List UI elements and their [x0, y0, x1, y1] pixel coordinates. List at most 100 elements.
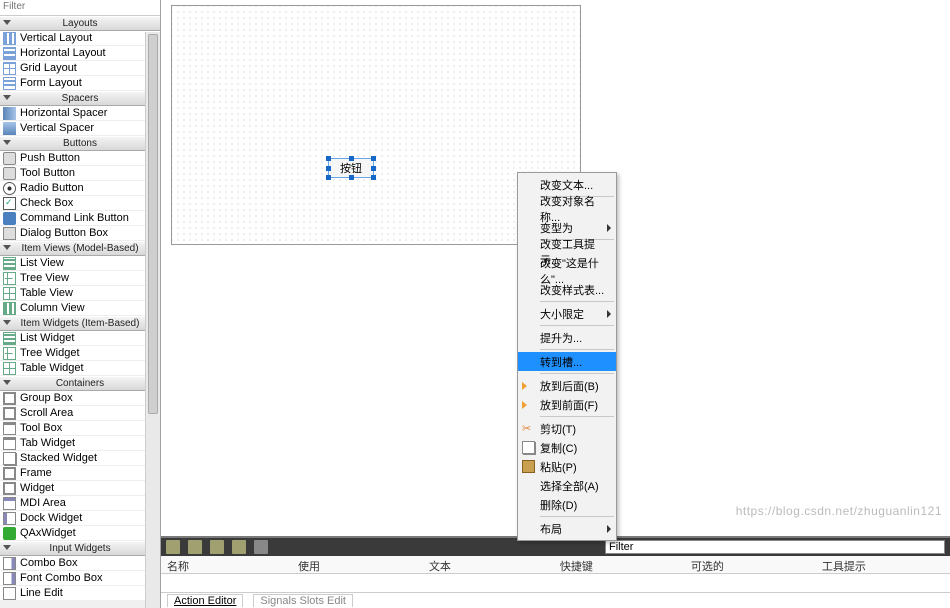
context-menu-item[interactable]: 选择全部(A) — [518, 476, 616, 495]
form-canvas-area[interactable]: 按钮 改变文本...改变对象名称...变型为改变工具提示...改变"这是什么".… — [161, 0, 950, 536]
resize-handle[interactable] — [371, 156, 376, 161]
widget-entry[interactable]: Vertical Spacer — [0, 121, 160, 136]
bottom-tabs: Action Editor Signals Slots Edit — [161, 592, 950, 608]
context-menu-label: 布局 — [540, 521, 562, 537]
context-menu-item[interactable]: 改变文本... — [518, 175, 616, 194]
widget-entry[interactable]: Grid Layout — [0, 61, 160, 76]
configure-icon[interactable] — [254, 540, 268, 554]
category-header[interactable]: Item Widgets (Item-Based) — [0, 316, 160, 331]
context-menu-item[interactable]: 改变"这是什么"... — [518, 261, 616, 280]
context-menu-label: 大小限定 — [540, 306, 584, 322]
context-menu-label: 复制(C) — [540, 440, 577, 456]
i-vs-icon — [3, 122, 16, 135]
widgetbox-filter[interactable] — [0, 0, 160, 16]
widget-entry[interactable]: Stacked Widget — [0, 451, 160, 466]
selected-push-button[interactable]: 按钮 — [328, 158, 374, 178]
action-column-header[interactable]: 使用 — [292, 556, 423, 573]
widget-entry[interactable]: Dialog Button Box — [0, 226, 160, 241]
new-action-icon[interactable] — [166, 540, 180, 554]
widget-entry[interactable]: Tree View — [0, 271, 160, 286]
context-menu-item[interactable]: 变型为 — [518, 218, 616, 237]
action-column-header[interactable]: 工具提示 — [816, 556, 947, 573]
widget-entry[interactable]: Column View — [0, 301, 160, 316]
bottom-tab[interactable]: Signals Slots Edit — [253, 594, 353, 607]
category-header[interactable]: Containers — [0, 376, 160, 391]
widget-entry[interactable]: Form Layout — [0, 76, 160, 91]
context-menu-label: 删除(D) — [540, 497, 577, 513]
widget-entry[interactable]: Tab Widget — [0, 436, 160, 451]
action-column-header[interactable]: 名称 — [161, 556, 292, 573]
widget-entry[interactable]: Vertical Layout — [0, 31, 160, 46]
widgetbox-scrollbar[interactable] — [145, 32, 160, 608]
i-list-icon — [3, 257, 16, 270]
widget-entry[interactable]: Scroll Area — [0, 406, 160, 421]
widget-entry[interactable]: Radio Button — [0, 181, 160, 196]
widget-entry[interactable]: Command Link Button — [0, 211, 160, 226]
widgetbox-filter-input[interactable] — [3, 1, 157, 12]
widget-entry[interactable]: Font Combo Box — [0, 571, 160, 586]
widget-entry[interactable]: Tool Box — [0, 421, 160, 436]
resize-handle[interactable] — [326, 166, 331, 171]
widget-entry[interactable]: Push Button — [0, 151, 160, 166]
widget-entry-label: MDI Area — [20, 497, 66, 509]
widget-entry[interactable]: QAxWidget — [0, 526, 160, 541]
widget-entry[interactable]: List View — [0, 256, 160, 271]
menu-separator — [540, 349, 614, 350]
widget-entry-label: Dock Widget — [20, 512, 82, 524]
action-column-header[interactable]: 文本 — [423, 556, 554, 573]
paste-action-icon[interactable] — [210, 540, 224, 554]
resize-handle[interactable] — [349, 175, 354, 180]
widget-entry[interactable]: Table View — [0, 286, 160, 301]
widget-entry[interactable]: Combo Box — [0, 556, 160, 571]
widget-entry[interactable]: Horizontal Spacer — [0, 106, 160, 121]
resize-handle[interactable] — [326, 175, 331, 180]
action-list-body[interactable] — [161, 574, 950, 592]
widget-entry[interactable]: Check Box — [0, 196, 160, 211]
context-menu-item[interactable]: 提升为... — [518, 328, 616, 347]
context-menu-item[interactable]: 放到前面(F) — [518, 395, 616, 414]
copy-action-icon[interactable] — [188, 540, 202, 554]
category-header[interactable]: Spacers — [0, 91, 160, 106]
widget-entry[interactable]: Line Edit — [0, 586, 160, 601]
context-menu-item[interactable]: 布局 — [518, 519, 616, 538]
delete-action-icon[interactable] — [232, 540, 246, 554]
context-menu-item[interactable]: 删除(D) — [518, 495, 616, 514]
context-menu-item[interactable]: 改变对象名称... — [518, 199, 616, 218]
context-menu-item[interactable]: 放到后面(B) — [518, 376, 616, 395]
widget-entry[interactable]: Group Box — [0, 391, 160, 406]
resize-handle[interactable] — [371, 175, 376, 180]
action-column-header[interactable]: 可选的 — [685, 556, 816, 573]
context-menu-item[interactable]: 复制(C) — [518, 438, 616, 457]
widget-entry[interactable]: Widget — [0, 481, 160, 496]
action-column-header[interactable]: 快捷键 — [554, 556, 685, 573]
resize-handle[interactable] — [371, 166, 376, 171]
context-menu-item[interactable]: 改变样式表... — [518, 280, 616, 299]
widget-entry-label: List View — [20, 257, 64, 269]
widget-entry[interactable]: Table Widget — [0, 361, 160, 376]
scrollbar-thumb[interactable] — [148, 34, 158, 414]
widget-entry[interactable]: List Widget — [0, 331, 160, 346]
widget-entry-label: QAxWidget — [20, 527, 76, 539]
widget-entry[interactable]: MDI Area — [0, 496, 160, 511]
widget-entry[interactable]: Dock Widget — [0, 511, 160, 526]
context-menu-item[interactable]: ✂剪切(T) — [518, 419, 616, 438]
category-header[interactable]: Input Widgets — [0, 541, 160, 556]
context-menu-item[interactable]: 转到槽... — [518, 352, 616, 371]
context-menu-item[interactable]: 粘贴(P) — [518, 457, 616, 476]
bottom-tab[interactable]: Action Editor — [167, 594, 243, 607]
category-header[interactable]: Item Views (Model-Based) — [0, 241, 160, 256]
category-header[interactable]: Layouts — [0, 16, 160, 31]
i-radio-icon — [3, 182, 16, 195]
widget-entry[interactable]: Horizontal Layout — [0, 46, 160, 61]
widget-entry[interactable]: Tool Button — [0, 166, 160, 181]
context-menu-label: 放到前面(F) — [540, 397, 598, 413]
widget-entry[interactable]: Frame — [0, 466, 160, 481]
resize-handle[interactable] — [349, 156, 354, 161]
action-filter-input[interactable]: Filter — [605, 540, 945, 554]
widget-entry[interactable]: Tree Widget — [0, 346, 160, 361]
widget-entry-label: Frame — [20, 467, 52, 479]
widget-entry-label: Column View — [20, 302, 85, 314]
context-menu-item[interactable]: 大小限定 — [518, 304, 616, 323]
category-header[interactable]: Buttons — [0, 136, 160, 151]
resize-handle[interactable] — [326, 156, 331, 161]
